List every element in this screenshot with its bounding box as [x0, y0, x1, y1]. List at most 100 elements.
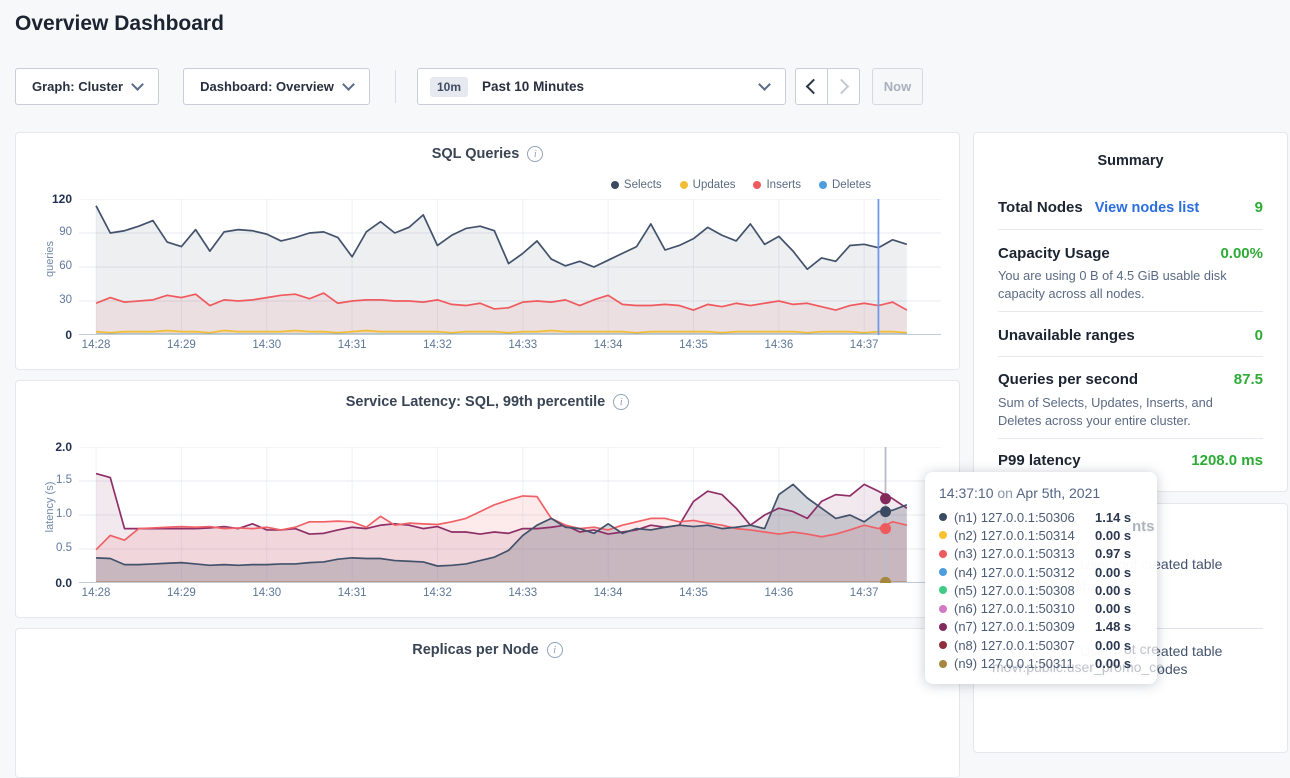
x-axis-tick: 14:34 — [584, 339, 632, 351]
dashboard-dropdown-label: Dashboard: Overview — [200, 79, 334, 94]
tooltip-node-value: 0.97 s — [1095, 546, 1131, 561]
unavailable-ranges-value: 0 — [1255, 327, 1263, 344]
x-axis-tick: 14:35 — [669, 587, 717, 599]
info-icon[interactable]: i — [613, 394, 629, 410]
legend-color-dot — [819, 181, 827, 189]
summary-row-p99: P99 latency 1208.0 ms — [998, 452, 1263, 469]
view-nodes-list-link[interactable]: View nodes list — [1095, 200, 1200, 216]
tooltip-node-label: (n3) 127.0.0.1:50313 — [954, 546, 1095, 561]
tooltip-date: Apr 5th, 2021 — [1016, 485, 1100, 501]
sql-queries-chart-card: SQL Queries i SelectsUpdatesInsertsDelet… — [15, 132, 960, 370]
summary-title: Summary — [974, 153, 1287, 169]
tooltip-node-value: 0.00 s — [1095, 565, 1131, 580]
divider — [998, 311, 1263, 312]
capacity-usage-label: Capacity Usage — [998, 245, 1110, 262]
node-color-dot — [939, 531, 947, 539]
info-icon[interactable]: i — [527, 146, 543, 162]
capacity-usage-value: 0.00% — [1220, 245, 1263, 262]
legend-item-deletes[interactable]: Deletes — [819, 179, 871, 191]
tooltip-node-label: (n4) 127.0.0.1:50312 — [954, 565, 1095, 580]
tooltip-node-label: (n1) 127.0.0.1:50306 — [954, 510, 1095, 525]
tooltip-node-value: 0.00 s — [1095, 583, 1131, 598]
legend-color-dot — [753, 181, 761, 189]
tooltip-node-label: (n2) 127.0.0.1:50314 — [954, 528, 1095, 543]
qps-value: 87.5 — [1234, 371, 1263, 388]
x-axis-tick: 14:29 — [157, 339, 205, 351]
prev-interval-button[interactable] — [796, 69, 828, 104]
x-axis-tick: 14:37 — [840, 587, 888, 599]
chevron-down-icon — [758, 78, 771, 91]
now-button[interactable]: Now — [872, 68, 923, 105]
total-nodes-value: 9 — [1255, 199, 1263, 216]
qps-desc: Sum of Selects, Updates, Inserts, and De… — [998, 394, 1257, 429]
next-interval-button[interactable] — [828, 69, 859, 104]
chart-plot-area[interactable] — [79, 447, 941, 583]
y-axis-tick: 0.0 — [16, 576, 72, 590]
chart-title: Replicas per Node — [412, 642, 539, 658]
divider — [998, 438, 1263, 439]
node-color-dot — [939, 568, 947, 576]
summary-row-qps: Queries per second 87.5 — [998, 371, 1263, 388]
p99-latency-value: 1208.0 ms — [1191, 452, 1263, 469]
y-axis-label: queries — [44, 219, 56, 299]
legend-color-dot — [611, 181, 619, 189]
legend-label: Inserts — [766, 179, 801, 191]
y-axis-label: latency (s) — [44, 467, 56, 547]
node-color-dot — [939, 513, 947, 521]
legend-item-selects[interactable]: Selects — [611, 179, 662, 191]
graph-dropdown-label: Graph: Cluster — [32, 79, 123, 94]
legend-label: Updates — [693, 179, 736, 191]
time-range-dropdown[interactable]: 10m Past 10 Minutes — [417, 68, 786, 105]
legend-item-updates[interactable]: Updates — [680, 179, 736, 191]
x-axis-tick: 14:31 — [328, 587, 376, 599]
legend-item-inserts[interactable]: Inserts — [753, 179, 801, 191]
p99-latency-label: P99 latency — [998, 452, 1081, 469]
chart-plot-area[interactable] — [79, 199, 941, 335]
tooltip-node-label: (n8) 127.0.0.1:50307 — [954, 638, 1095, 653]
highlight-dot — [880, 523, 891, 534]
summary-panel: Summary Total Nodes View nodes list 9 Ca… — [973, 132, 1288, 492]
time-range-label: Past 10 Minutes — [482, 79, 584, 94]
replicas-per-node-chart-card: Replicas per Node i — [15, 628, 960, 778]
ghost-text-event-line: ot cre — [1124, 641, 1159, 657]
tooltip-row: (n2) 127.0.0.1:503140.00 s — [939, 526, 1145, 544]
tooltip-time: 14:37:10 — [939, 485, 994, 501]
tooltip-row: (n3) 127.0.0.1:503130.97 s — [939, 545, 1145, 563]
x-axis-tick: 14:33 — [499, 339, 547, 351]
tooltip-node-value: 0.00 s — [1095, 601, 1131, 616]
capacity-usage-desc: You are using 0 B of 4.5 GiB usable disk… — [998, 267, 1257, 302]
tooltip-node-value: 1.14 s — [1095, 510, 1131, 525]
tooltip-row: (n5) 127.0.0.1:503080.00 s — [939, 581, 1145, 599]
x-axis-tick: 14:29 — [157, 587, 205, 599]
unavailable-ranges-label: Unavailable ranges — [998, 327, 1135, 344]
x-axis-tick: 14:32 — [413, 587, 461, 599]
x-axis-tick: 14:28 — [72, 587, 120, 599]
info-icon[interactable]: i — [547, 642, 563, 658]
tooltip-timestamp: 14:37:10 on Apr 5th, 2021 — [939, 485, 1145, 501]
x-axis-tick: 14:36 — [755, 339, 803, 351]
tooltip-row: (n6) 127.0.0.1:503100.00 s — [939, 599, 1145, 617]
x-axis-tick: 14:30 — [243, 339, 291, 351]
x-axis-tick: 14:36 — [755, 587, 803, 599]
x-axis-tick: 14:31 — [328, 339, 376, 351]
qps-label: Queries per second — [998, 371, 1138, 388]
tooltip-node-label: (n5) 127.0.0.1:50308 — [954, 583, 1095, 598]
chevron-left-icon — [806, 79, 822, 95]
time-range-badge: 10m — [430, 77, 468, 97]
tooltip-node-label: (n6) 127.0.0.1:50310 — [954, 601, 1095, 616]
chevron-down-icon — [342, 78, 355, 91]
node-color-dot — [939, 586, 947, 594]
chevron-right-icon — [834, 79, 850, 95]
x-axis-tick: 14:32 — [413, 339, 461, 351]
divider — [998, 356, 1263, 357]
chart-legend: Selects Updates Inserts Deletes — [611, 179, 871, 191]
chart-title: Service Latency: SQL, 99th percentile — [346, 394, 606, 410]
tooltip-node-value: 1.48 s — [1095, 619, 1131, 634]
summary-row-total-nodes: Total Nodes View nodes list 9 — [998, 199, 1263, 216]
legend-label: Selects — [624, 179, 662, 191]
chart-hover-tooltip: 14:37:10 on Apr 5th, 2021 (n1) 127.0.0.1… — [925, 472, 1157, 684]
graph-dropdown[interactable]: Graph: Cluster — [15, 68, 159, 105]
tooltip-row: (n7) 127.0.0.1:503091.48 s — [939, 618, 1145, 636]
dashboard-dropdown[interactable]: Dashboard: Overview — [183, 68, 370, 105]
y-axis-tick: 120 — [16, 192, 72, 206]
